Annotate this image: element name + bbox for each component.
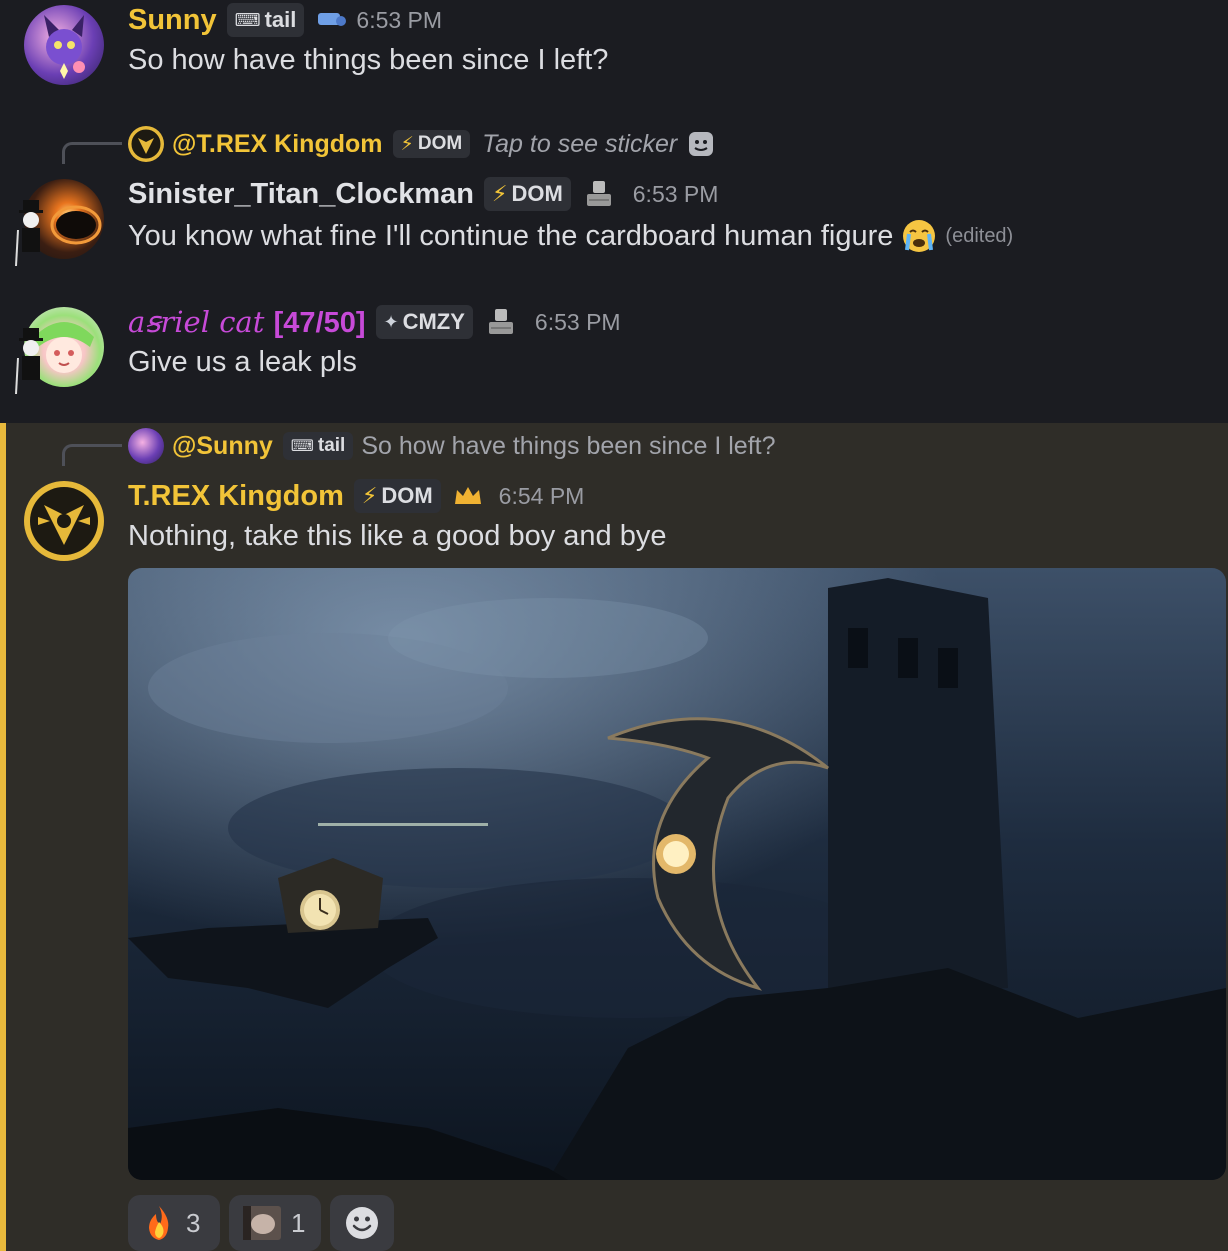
- timestamp: 6:53 PM: [534, 308, 621, 335]
- reply-tag: ⌨ tail: [282, 432, 354, 460]
- role-icon: [485, 306, 517, 338]
- message-text: Nothing, take this like a good boy and b…: [128, 520, 667, 552]
- timestamp: 6:53 PM: [356, 6, 443, 33]
- tag-label: tail: [264, 7, 297, 32]
- tag-label: DOM: [511, 181, 563, 206]
- username-count: [47/50]: [273, 306, 366, 339]
- role-icon: [583, 178, 615, 210]
- reply-preview[interactable]: @Sunny ⌨ tail So how have things been si…: [128, 428, 776, 464]
- reply-text: So how have things been since I left?: [361, 431, 776, 460]
- reaction-fire[interactable]: 3: [128, 1195, 220, 1251]
- message-text: You know what fine I'll continue the car…: [128, 219, 894, 252]
- avatar-art: [44, 15, 85, 79]
- nitro-badge-icon: [316, 10, 348, 30]
- username[interactable]: aꞩriel cat [47/50]: [128, 305, 366, 340]
- guild-tag[interactable]: ⚡ DOM: [353, 479, 441, 513]
- reaction-custom[interactable]: 1: [229, 1195, 321, 1251]
- bolt-icon: ⚡: [361, 483, 378, 508]
- reply-avatar: [128, 126, 164, 162]
- bolt-icon: ⚡: [491, 181, 508, 206]
- message-text: So how have things been since I left?: [128, 44, 609, 76]
- reply-connector: [62, 142, 122, 164]
- fire-emoji-icon: [142, 1204, 176, 1242]
- reply-avatar: [128, 428, 164, 464]
- message-text: Give us a leak pls: [128, 346, 357, 378]
- image-attachment[interactable]: [128, 568, 1226, 1180]
- edited-label: (edited): [945, 224, 1014, 247]
- username[interactable]: T.REX Kingdom: [128, 480, 344, 513]
- reaction-count: 1: [291, 1207, 306, 1238]
- guild-tag[interactable]: ✦ CMZY: [375, 305, 473, 339]
- owner-crown-icon: [453, 484, 483, 508]
- avatar-art: [30, 487, 98, 555]
- reply-tag: ⚡ DOM: [392, 130, 471, 158]
- tag-badge-icon: ⌨: [234, 9, 261, 30]
- reply-mention[interactable]: @Sunny: [172, 432, 273, 461]
- timestamp: 6:53 PM: [632, 180, 719, 207]
- reply-tag-label: tail: [317, 435, 346, 456]
- bolt-icon: ⚡: [400, 133, 414, 155]
- reply-mention[interactable]: @T.REX Kingdom: [172, 130, 383, 159]
- username[interactable]: Sunny: [128, 4, 217, 37]
- reply-connector: [62, 444, 122, 466]
- diamond-icon: ✦: [383, 311, 399, 332]
- tag-label: DOM: [381, 483, 433, 508]
- add-reaction-button[interactable]: [330, 1195, 394, 1251]
- avatar-decoration-icon: [14, 200, 48, 268]
- username[interactable]: Sinister_Titan_Clockman: [128, 178, 474, 211]
- avatar-trex[interactable]: [24, 481, 104, 561]
- tag-label: CMZY: [402, 309, 465, 334]
- timestamp: 6:54 PM: [498, 482, 585, 509]
- reply-preview[interactable]: @T.REX Kingdom ⚡ DOM Tap to see sticker: [128, 126, 715, 162]
- username-prefix: aꞩriel cat: [128, 304, 265, 339]
- custom-emoji-icon: [243, 1206, 281, 1240]
- reaction-count: 3: [186, 1207, 201, 1238]
- reply-text: Tap to see sticker: [482, 129, 678, 158]
- fantasy-clock-castle-image: [128, 568, 1226, 1180]
- crying-emoji-icon: [901, 218, 937, 254]
- message-body: You know what fine I'll continue the car…: [128, 218, 1013, 254]
- avatar-decoration-icon: [14, 328, 48, 396]
- add-reaction-icon: [344, 1205, 380, 1241]
- tag-badge-icon: ⌨: [290, 438, 314, 455]
- reply-tag-label: DOM: [417, 133, 463, 154]
- guild-tag[interactable]: ⌨ tail: [226, 3, 305, 37]
- guild-tag[interactable]: ⚡ DOM: [483, 177, 571, 211]
- sticker-icon: [687, 130, 715, 158]
- avatar-sunny[interactable]: [24, 5, 104, 85]
